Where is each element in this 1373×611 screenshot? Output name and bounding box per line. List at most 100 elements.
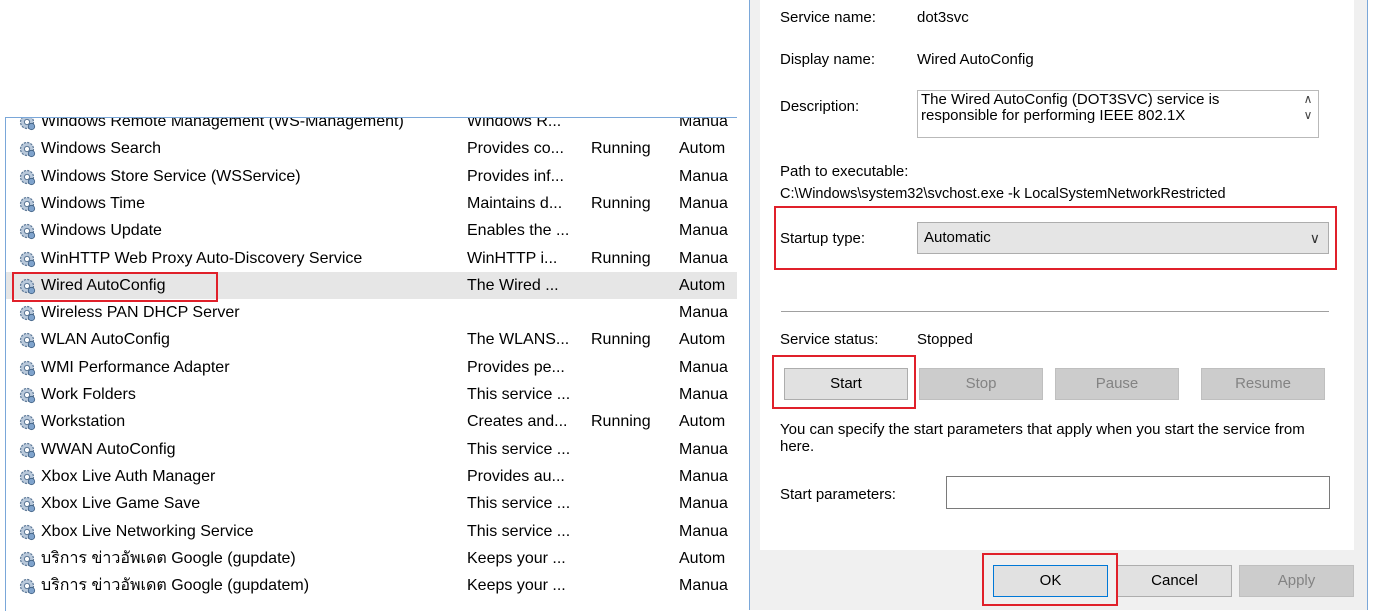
service-name: WinHTTP Web Proxy Auto-Discovery Service [41, 249, 363, 267]
description-label: Description: [780, 98, 860, 115]
service-description: This service ... [467, 522, 571, 540]
service-row[interactable]: Windows Store Service (WSService) Provide… [6, 163, 737, 190]
service-description: Provides inf... [467, 167, 564, 185]
path-label: Path to executable: [780, 163, 909, 180]
service-row[interactable]: WWAN AutoConfig This service ... Manua [6, 436, 737, 463]
gear-icon [19, 442, 36, 458]
chevron-down-icon[interactable]: ∨ [1298, 107, 1318, 123]
service-name: Xbox Live Game Save [41, 495, 201, 513]
service-row[interactable]: Wireless PAN DHCP Server Manua [6, 299, 737, 326]
service-description: Provides pe... [467, 358, 565, 376]
service-startup-type: Manua [679, 117, 728, 130]
service-startup-type: Manua [679, 249, 728, 267]
service-name: Wireless PAN DHCP Server [41, 304, 240, 322]
highlight-wired-autoconfig [12, 272, 218, 302]
service-startup-type: Manua [679, 304, 728, 322]
service-status: Running [591, 331, 651, 349]
gear-icon [19, 578, 36, 595]
cancel-button[interactable]: Cancel [1117, 565, 1232, 597]
resume-button[interactable]: Resume [1201, 368, 1325, 400]
gear-icon [19, 415, 36, 431]
service-description: Windows R... [467, 117, 562, 130]
gear-icon [19, 387, 36, 404]
chevron-up-icon[interactable]: ∧ [1298, 91, 1318, 107]
service-description: Provides au... [467, 467, 565, 485]
gear-icon [19, 551, 36, 567]
gear-icon [19, 305, 36, 322]
service-description: The Wired ... [467, 276, 559, 294]
apply-button[interactable]: Apply [1239, 565, 1354, 597]
service-row[interactable]: WMI Performance Adapter Provides pe... Man… [6, 354, 737, 381]
service-row[interactable]: WLAN AutoConfig The WLANS... Running Autom [6, 326, 737, 353]
service-row[interactable]: Windows Search Provides co... Running Autom [6, 135, 737, 162]
service-name: Workstation [41, 413, 126, 431]
service-name: Windows Remote Management (WS-Management… [41, 117, 404, 130]
pause-button[interactable]: Pause [1055, 368, 1179, 400]
service-name-value: dot3svc [917, 9, 969, 26]
display-name-value: Wired AutoConfig [917, 51, 1034, 68]
service-row[interactable]: บริการ ข่าวอัพเดต Google (gupdatem) Keeps… [6, 572, 737, 599]
divider [781, 311, 1329, 312]
service-name: WWAN AutoConfig [41, 440, 176, 458]
service-startup-type: Manua [679, 577, 728, 595]
description-box[interactable]: The Wired AutoConfig (DOT3SVC) service i… [917, 90, 1319, 138]
service-row[interactable]: Work Folders This service ... Manua [6, 381, 737, 408]
gear-icon [19, 118, 36, 131]
service-description: The WLANS... [467, 331, 570, 349]
gear-icon [19, 524, 36, 540]
service-description: This service ... [467, 440, 571, 458]
service-name: Windows Search [41, 140, 162, 158]
highlight-startup-type [774, 206, 1337, 270]
service-name: WMI Performance Adapter [41, 358, 230, 376]
service-name: Windows Store Service (WSService) [41, 167, 301, 185]
gear-icon [19, 169, 36, 185]
service-row[interactable]: Xbox Live Networking Service This service… [6, 518, 737, 545]
service-status: Running [591, 194, 651, 212]
start-params-hint: You can specify the start parameters tha… [780, 421, 1305, 455]
service-startup-type: Manua [679, 358, 728, 376]
service-properties-dialog: Service name: dot3svc Display name: Wire… [749, 0, 1368, 610]
service-description: Creates and... [467, 413, 568, 431]
highlight-ok-button [982, 553, 1118, 606]
service-name: Windows Time [41, 194, 146, 212]
description-scrollbar[interactable]: ∧ ∨ [1298, 91, 1318, 137]
service-name: Work Folders [41, 386, 136, 403]
service-row[interactable]: Windows Remote Management (WS-Management… [6, 117, 737, 135]
service-status: Running [591, 140, 651, 158]
description-text: The Wired AutoConfig (DOT3SVC) service i… [921, 91, 1220, 124]
gear-icon [19, 196, 36, 212]
service-startup-type: Manua [679, 522, 728, 540]
service-row[interactable]: Xbox Live Game Save This service ... Manua [6, 490, 737, 517]
service-startup-type: Manua [679, 495, 728, 513]
services-list[interactable]: Windows Remote Management (WS-Management… [5, 117, 737, 611]
gear-icon [19, 497, 36, 513]
service-description: Enables the ... [467, 222, 570, 240]
service-description: This service ... [467, 495, 571, 513]
service-startup-type: Manua [679, 222, 728, 240]
service-status-label: Service status: [780, 331, 879, 348]
stop-button[interactable]: Stop [919, 368, 1043, 400]
path-value: C:\Windows\system32\svchost.exe -k Local… [780, 186, 1226, 202]
start-params-input[interactable] [946, 476, 1330, 509]
service-name: บริการ ข่าวอัพเดต Google (gupdate) [41, 549, 296, 567]
display-name-label: Display name: [780, 51, 876, 68]
service-row[interactable]: บริการ ข่าวอัพเดต Google (gupdate) Keeps … [6, 545, 737, 572]
service-description: WinHTTP i... [467, 249, 558, 267]
service-row[interactable]: WinHTTP Web Proxy Auto-Discovery Service… [6, 245, 737, 272]
service-name: Windows Update [41, 222, 162, 240]
service-name-label: Service name: [780, 9, 876, 26]
general-tab-panel: Service name: dot3svc Display name: Wire… [760, 0, 1354, 550]
service-startup-type: Manua [679, 386, 728, 403]
service-startup-type: Manua [679, 467, 728, 485]
gear-icon [19, 251, 36, 267]
service-description: Keeps your ... [467, 577, 566, 595]
service-status: Running [591, 249, 651, 267]
service-status: Running [591, 413, 651, 431]
service-startup-type: Autom [679, 549, 726, 567]
service-row[interactable]: Windows Update Enables the ... Manua [6, 217, 737, 244]
service-name: บริการ ข่าวอัพเดต Google (gupdatem) [41, 577, 310, 595]
service-description: Maintains d... [467, 194, 563, 212]
service-row[interactable]: Windows Time Maintains d... Running Manua [6, 190, 737, 217]
service-row[interactable]: Xbox Live Auth Manager Provides au... Manu… [6, 463, 737, 490]
service-row[interactable]: Workstation Creates and... Running Autom [6, 408, 737, 435]
